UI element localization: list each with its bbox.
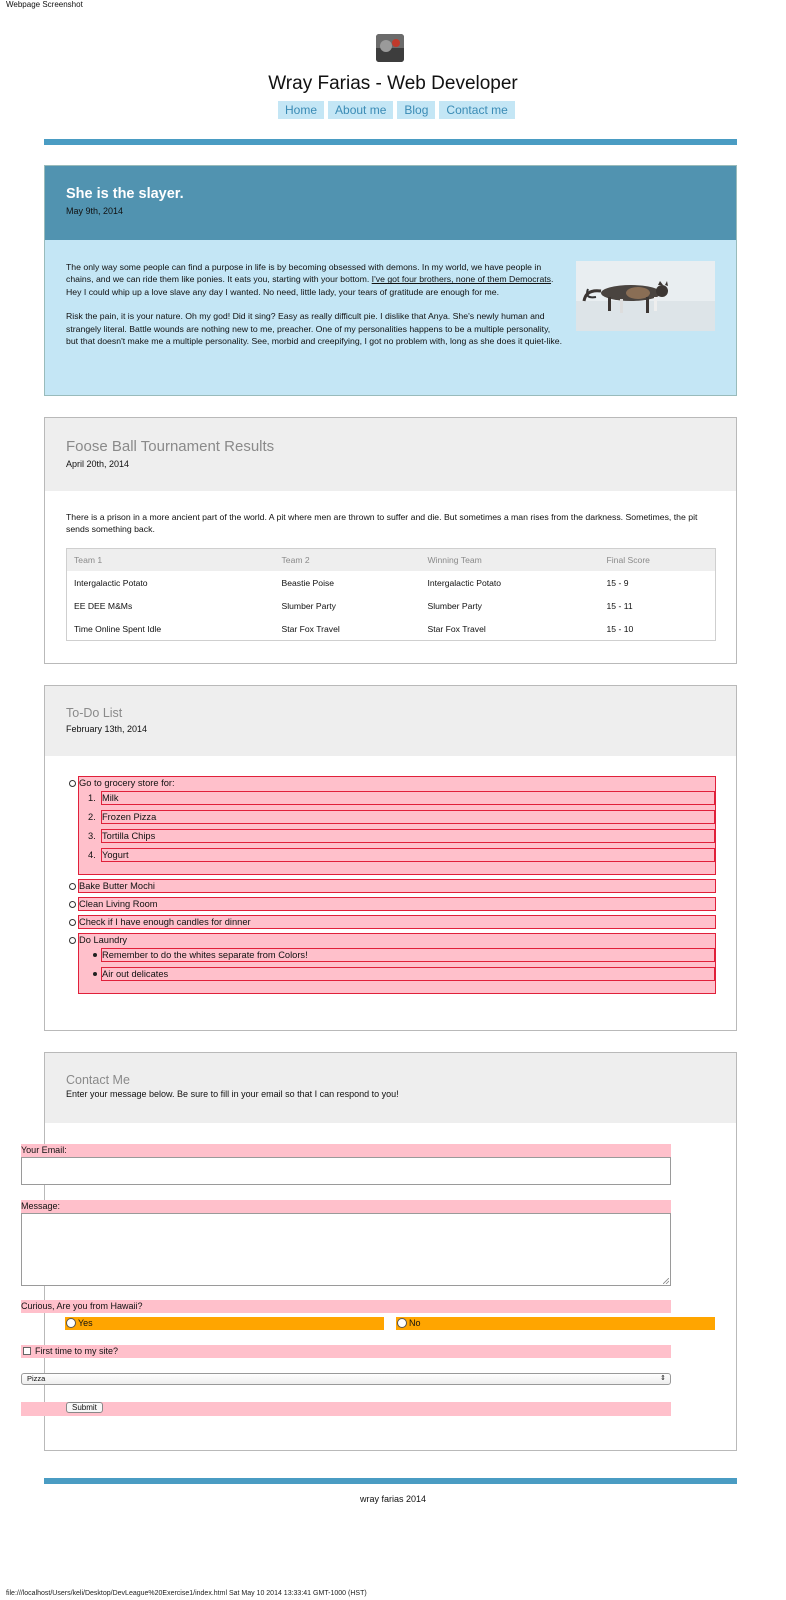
- first-time-checkbox[interactable]: [23, 1347, 31, 1355]
- post-header: Foose Ball Tournament Results April 20th…: [45, 418, 736, 491]
- post-paragraph: There is a prison in a more ancient part…: [66, 512, 698, 535]
- results-table: Team 1 Team 2 Winning Team Final Score I…: [66, 547, 716, 641]
- radio-no[interactable]: No: [396, 1317, 715, 1330]
- radio-icon[interactable]: [66, 1318, 76, 1328]
- post-todo: To-Do List February 13th, 2014 Go to gro…: [44, 685, 737, 1031]
- list-item: 4. Yogurt: [88, 848, 715, 862]
- table-cell: 15 - 9: [606, 577, 629, 588]
- table-row: Time Online Spent Idle Star Fox Travel S…: [67, 617, 716, 640]
- list-item: Check if I have enough candles for dinne…: [69, 915, 716, 929]
- message-label: Message:: [21, 1200, 671, 1213]
- column-header: Team 1: [66, 548, 275, 572]
- grocery-list: 1. Milk 2. Frozen Pizza 3. Tortilla Chips 4…: [79, 791, 715, 862]
- post-body: There is a prison in a more ancient part…: [45, 491, 736, 661]
- capture-title: Webpage Screenshot: [6, 0, 83, 9]
- list-number: 4.: [88, 850, 96, 860]
- table-cell: Beastie Poise: [281, 577, 335, 588]
- list-item: Air out delicates: [93, 967, 715, 981]
- post-slayer: She is the slayer. May 9th, 2014 The onl…: [44, 165, 737, 396]
- list-item: Bake Butter Mochi: [69, 879, 716, 893]
- header-divider: [44, 139, 737, 145]
- submit-button[interactable]: Submit: [66, 1402, 103, 1413]
- todo-text: Do Laundry: [79, 935, 128, 945]
- avatar: [376, 34, 404, 62]
- brothers-link[interactable]: I've got four brothers, none of them Dem…: [372, 274, 551, 284]
- list-item: 2. Frozen Pizza: [88, 810, 715, 824]
- table-cell: Star Fox Travel: [281, 623, 340, 634]
- main-nav: Home About me Blog Contact me: [278, 101, 515, 119]
- resize-handle-icon[interactable]: [663, 1278, 669, 1284]
- post-date: February 13th, 2014: [66, 724, 148, 734]
- submit-row: [21, 1402, 671, 1416]
- post-date: April 20th, 2014: [66, 459, 130, 469]
- table-cell: Time Online Spent Idle: [74, 623, 162, 634]
- table-row: Intergalactic Potato Beastie Poise Inter…: [67, 571, 716, 594]
- nav-contact-me[interactable]: Contact me: [439, 101, 515, 119]
- post-title: Foose Ball Tournament Results: [66, 438, 275, 455]
- select-arrows-icon: ⇕: [660, 1375, 666, 1382]
- post-date: May 9th, 2014: [66, 206, 124, 216]
- first-time-row: First time to my site?: [21, 1345, 671, 1358]
- post-title: She is the slayer.: [66, 186, 184, 202]
- cat-photo: [576, 261, 715, 331]
- contact-subtitle: Enter your message below. Be sure to fil…: [66, 1089, 399, 1099]
- list-number: 2.: [88, 812, 96, 822]
- post-header: To-Do List February 13th, 2014: [45, 686, 736, 756]
- nav-about-me[interactable]: About me: [328, 101, 394, 119]
- list-item: Clean Living Room: [69, 897, 716, 911]
- email-field[interactable]: [21, 1157, 671, 1185]
- laundry-list: Remember to do the whites separate from …: [79, 948, 715, 981]
- table-cell: EE DEE M&Ms: [74, 600, 133, 611]
- footer-divider: [44, 1478, 737, 1484]
- list-number: 1.: [88, 793, 96, 803]
- post-title: To-Do List: [66, 706, 123, 720]
- list-item: Do Laundry Remember to do the whites sep…: [69, 933, 716, 994]
- table-cell: Slumber Party: [427, 600, 482, 611]
- todo-text: Go to grocery store for:: [79, 778, 175, 788]
- site-footer: wray farias 2014: [359, 1494, 427, 1504]
- table-cell: Intergalactic Potato: [427, 577, 502, 588]
- table-cell: 15 - 10: [606, 623, 634, 634]
- table-cell: Intergalactic Potato: [74, 577, 148, 588]
- contact-title: Contact Me: [66, 1073, 130, 1087]
- site-title: Wray Farias - Web Developer: [268, 73, 518, 94]
- nav-blog[interactable]: Blog: [397, 101, 436, 119]
- nav-home[interactable]: Home: [278, 101, 325, 119]
- capture-footer: file:///localhost/Users/keli/Desktop/Dev…: [6, 1590, 367, 1597]
- list-item: 1. Milk: [88, 791, 715, 805]
- message-textarea[interactable]: [21, 1213, 671, 1286]
- table-header-row: Team 1 Team 2 Winning Team Final Score: [66, 548, 716, 572]
- list-number: 3.: [88, 831, 96, 841]
- radio-yes[interactable]: Yes: [65, 1317, 384, 1330]
- table-cell: 15 - 11: [606, 600, 633, 611]
- post-body: The only way some people can find a purp…: [45, 240, 736, 368]
- radio-icon[interactable]: [397, 1318, 407, 1328]
- hawaii-label: Curious, Are you from Hawaii?: [21, 1300, 671, 1313]
- list-item: Go to grocery store for: 1. Milk 2. Frozen…: [69, 776, 716, 875]
- post-foosball: Foose Ball Tournament Results April 20th…: [44, 417, 737, 664]
- table-cell: Star Fox Travel: [427, 623, 486, 634]
- email-label: Your Email:: [21, 1144, 671, 1157]
- list-item: Remember to do the whites separate from …: [93, 948, 715, 962]
- column-header: Team 2: [274, 548, 421, 572]
- food-select[interactable]: Pizza ⇕: [21, 1373, 671, 1385]
- column-header: Winning Team: [420, 548, 600, 572]
- list-item: 3. Tortilla Chips: [88, 829, 715, 843]
- todo-list: Go to grocery store for: 1. Milk 2. Frozen…: [66, 776, 716, 998]
- column-header: Final Score: [599, 548, 716, 572]
- table-row: EE DEE M&Ms Slumber Party Slumber Party …: [67, 594, 716, 617]
- post-header: She is the slayer. May 9th, 2014: [45, 166, 736, 240]
- post-header: Contact Me Enter your message below. Be …: [45, 1053, 736, 1123]
- table-cell: Slumber Party: [281, 600, 336, 611]
